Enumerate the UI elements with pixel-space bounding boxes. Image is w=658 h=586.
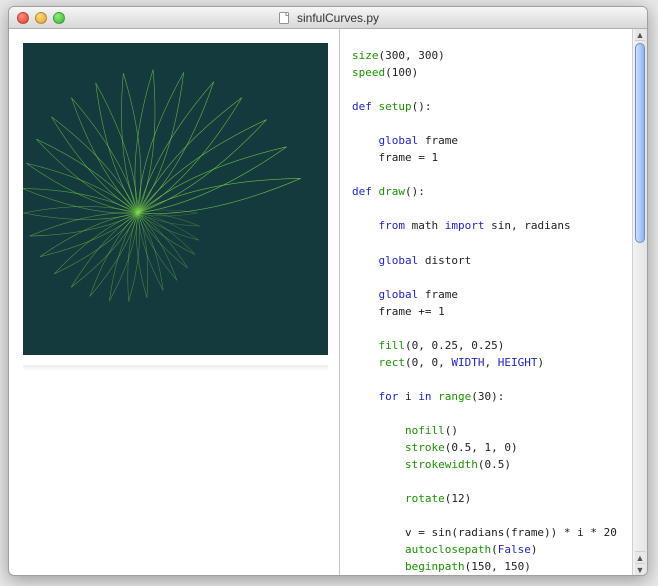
render-canvas (23, 43, 328, 355)
code-pane: size(300, 300) speed(100) def setup(): g… (340, 29, 647, 575)
traffic-lights (9, 12, 65, 24)
preview-pane (9, 29, 339, 575)
minimize-icon[interactable] (35, 12, 47, 24)
canvas-shadow (23, 365, 328, 371)
code-editor[interactable]: size(300, 300) speed(100) def setup(): g… (352, 47, 620, 575)
scroll-up-icon-bottom[interactable]: ▲ (635, 551, 645, 563)
titlebar[interactable]: sinfulCurves.py (9, 7, 647, 29)
vertical-scrollbar[interactable]: ▲ ▲ ▼ (632, 29, 647, 575)
code-scroll[interactable]: size(300, 300) speed(100) def setup(): g… (340, 29, 632, 575)
window-title: sinfulCurves.py (297, 11, 379, 25)
close-icon[interactable] (17, 12, 29, 24)
zoom-icon[interactable] (53, 12, 65, 24)
scroll-thumb[interactable] (635, 43, 645, 243)
content-split: size(300, 300) speed(100) def setup(): g… (9, 29, 647, 575)
scroll-up-icon[interactable]: ▲ (635, 29, 645, 41)
spirograph-graphic (23, 43, 328, 355)
scroll-down-icon[interactable]: ▼ (635, 563, 645, 575)
document-icon (277, 11, 291, 25)
app-window: sinfulCurves.py size(300, 300) speed(100… (8, 6, 648, 576)
